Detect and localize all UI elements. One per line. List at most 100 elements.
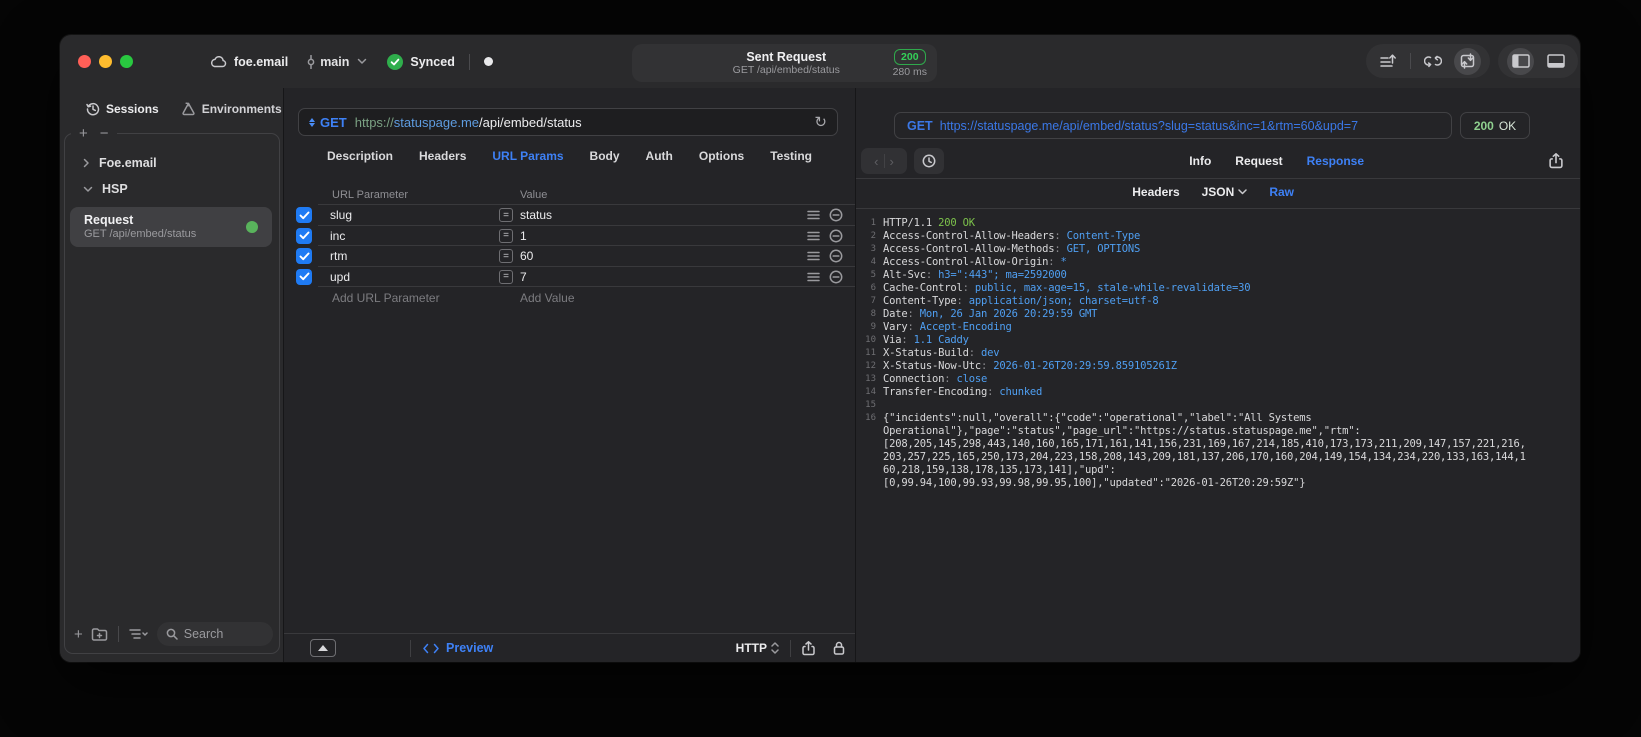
param-checkbox[interactable] xyxy=(296,268,312,285)
sessions-panel-controls: + − xyxy=(71,126,117,141)
url-param-row[interactable]: inc = 1 xyxy=(284,226,855,247)
response-tabs: Info Request Response xyxy=(1189,154,1364,168)
request-summary-pill[interactable]: Sent Request GET /api/embed/status 200 2… xyxy=(632,44,937,82)
response-code[interactable]: 1 HTTP/1.1 200 OK 2 Access-Control-Allow-He… xyxy=(856,209,1580,490)
subtab-raw[interactable]: Raw xyxy=(1269,185,1294,199)
sync-requests-button[interactable] xyxy=(1419,48,1446,75)
app-window: foe.email main Synced Sent Request GET /… xyxy=(60,35,1580,662)
code-text: Vary: Accept-Encoding xyxy=(883,321,1012,333)
history-button[interactable] xyxy=(914,148,944,174)
reload-icon[interactable]: ↻ xyxy=(814,115,827,130)
request-duration: 280 ms xyxy=(892,65,927,78)
tab-sessions[interactable]: Sessions xyxy=(86,102,159,116)
tab-auth[interactable]: Auth xyxy=(646,149,673,169)
param-checkbox[interactable] xyxy=(296,227,312,244)
toggle-bottom-panel-button[interactable] xyxy=(1542,48,1569,75)
tab-testing[interactable]: Testing xyxy=(770,149,812,169)
request-url[interactable]: https://statuspage.me/api/embed/status xyxy=(355,115,582,130)
url-param-row[interactable]: slug = status xyxy=(284,205,855,226)
add-param-name-placeholder[interactable]: Add URL Parameter xyxy=(332,291,520,305)
row-lines-icon[interactable] xyxy=(807,231,820,241)
add-param-row[interactable]: Add URL Parameter Add Value xyxy=(284,287,855,308)
code-text: Access-Control-Allow-Origin: * xyxy=(883,256,1067,268)
json-chevron-icon xyxy=(1238,188,1248,194)
remove-row-icon[interactable] xyxy=(829,208,843,222)
line-number xyxy=(856,477,876,490)
row-lines-icon[interactable] xyxy=(807,251,820,261)
status-code-badge: 200 xyxy=(894,48,926,65)
tab-headers[interactable]: Headers xyxy=(419,149,466,169)
param-name[interactable]: rtm xyxy=(330,249,499,263)
sent-request-url-box[interactable]: GET https://statuspage.me/api/embed/stat… xyxy=(894,112,1452,139)
sort-button[interactable] xyxy=(1375,48,1402,75)
method-selector[interactable]: GET xyxy=(320,115,347,130)
line-number: 1 xyxy=(870,218,876,228)
share-icon[interactable] xyxy=(802,640,815,656)
tab-description[interactable]: Description xyxy=(327,149,393,169)
add-session-button[interactable]: + xyxy=(79,126,88,141)
zoom-window-button[interactable] xyxy=(120,55,133,68)
new-folder-icon[interactable] xyxy=(91,627,108,641)
remove-row-icon[interactable] xyxy=(829,270,843,284)
add-item-button[interactable]: + xyxy=(74,626,83,643)
equals-icon: = xyxy=(499,269,513,284)
tab-info[interactable]: Info xyxy=(1189,154,1211,168)
protocol-selector[interactable]: HTTP xyxy=(736,641,779,655)
tree-item-hsp[interactable]: HSP xyxy=(65,176,279,202)
sessions-panel: + − Foe.email HSP Request GET /api/embed… xyxy=(64,126,280,654)
param-value[interactable]: 1 xyxy=(520,229,807,243)
tree-item-foe-email[interactable]: Foe.email xyxy=(65,150,279,176)
back-button[interactable]: ‹ xyxy=(869,154,883,169)
subtab-json[interactable]: JSON xyxy=(1202,185,1248,199)
param-name[interactable]: inc xyxy=(330,229,499,243)
param-value[interactable]: 7 xyxy=(520,270,807,284)
subtab-headers[interactable]: Headers xyxy=(1132,185,1179,199)
response-code-line: [208,205,145,298,443,140,160,165,171,161… xyxy=(856,438,1570,451)
response-code-line: 1 HTTP/1.1 200 OK xyxy=(856,217,1570,230)
import-export-button[interactable] xyxy=(1454,47,1481,75)
request-url-bar[interactable]: GET https://statuspage.me/api/embed/stat… xyxy=(298,108,838,136)
record-dot[interactable] xyxy=(483,57,493,66)
request-list-item-selected[interactable]: Request GET /api/embed/status xyxy=(70,207,272,247)
line-number: 8 xyxy=(870,309,876,319)
add-param-value-placeholder[interactable]: Add Value xyxy=(520,291,575,305)
tab-options[interactable]: Options xyxy=(699,149,744,169)
param-value[interactable]: status xyxy=(520,208,807,222)
param-value[interactable]: 60 xyxy=(520,249,807,263)
sync-status[interactable]: Synced xyxy=(387,53,455,70)
close-window-button[interactable] xyxy=(78,55,91,68)
toggle-left-panel-button[interactable] xyxy=(1507,47,1534,75)
list-order-icon[interactable] xyxy=(129,628,149,640)
url-param-row[interactable]: rtm = 60 xyxy=(284,246,855,267)
project-menu[interactable]: foe.email xyxy=(210,55,288,69)
tab-url-params[interactable]: URL Params xyxy=(492,149,563,169)
tab-body[interactable]: Body xyxy=(590,149,620,169)
line-number: 12 xyxy=(865,361,876,371)
minimize-window-button[interactable] xyxy=(99,55,112,68)
line-number: 6 xyxy=(870,283,876,293)
tab-request[interactable]: Request xyxy=(1235,154,1282,168)
sort-lines-icon xyxy=(1380,54,1396,67)
param-checkbox[interactable] xyxy=(296,207,312,224)
tab-environments[interactable]: Environments xyxy=(181,102,282,116)
row-lines-icon[interactable] xyxy=(807,210,820,220)
param-name[interactable]: upd xyxy=(330,270,499,284)
collapse-up-button[interactable] xyxy=(310,639,336,657)
remove-row-icon[interactable] xyxy=(829,229,843,243)
param-name[interactable]: slug xyxy=(330,208,499,222)
line-number: 5 xyxy=(870,270,876,280)
lock-icon[interactable] xyxy=(833,641,845,655)
sidebar-search[interactable]: Search xyxy=(156,622,273,646)
remove-row-icon[interactable] xyxy=(829,249,843,263)
preview-button[interactable]: Preview xyxy=(423,641,493,655)
forward-button[interactable]: › xyxy=(885,154,899,169)
remove-session-button[interactable]: − xyxy=(100,126,109,141)
row-lines-icon[interactable] xyxy=(807,272,820,282)
code-text: Cache-Control: public, max-age=15, stale… xyxy=(883,282,1251,294)
traffic-lights xyxy=(78,55,133,68)
branch-selector[interactable]: main xyxy=(306,54,367,69)
tab-response[interactable]: Response xyxy=(1307,154,1364,168)
param-checkbox[interactable] xyxy=(296,248,312,265)
url-param-row[interactable]: upd = 7 xyxy=(284,267,855,288)
share-icon[interactable] xyxy=(1549,153,1563,169)
